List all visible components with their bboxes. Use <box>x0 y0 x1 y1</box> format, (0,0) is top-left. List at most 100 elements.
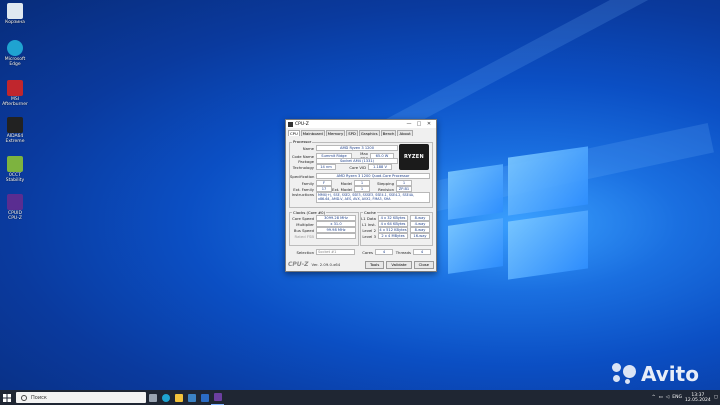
system-tray: ^ ▭ ◁ ENG 13:37 12.05.2024 ▢ <box>652 390 718 405</box>
instructions-line-2: x86-64, AMD-V, AES, AVX, AVX2, FMA3, SHA <box>318 197 391 202</box>
busspeed-label: Bus Speed <box>293 227 314 233</box>
cpuz-app-icon <box>288 121 293 127</box>
threads-label: Threads <box>395 249 411 255</box>
specification-label: Specification <box>290 173 315 179</box>
instructions-label: Instructions <box>291 192 314 197</box>
cpuz-footer: CPU-Z Ver. 2.09.0.x64 Tools Validate Clo… <box>288 260 434 269</box>
multiplier-label: Multiplier <box>296 221 314 227</box>
taskbar-cpuz[interactable] <box>211 390 224 405</box>
cache-size: 2 x 4 MBytes <box>378 233 408 239</box>
search-placeholder: Поиск <box>31 394 47 401</box>
notification-icon[interactable]: ▢ <box>714 395 718 400</box>
cache-label: Level 2 <box>362 227 376 233</box>
cache-way: 16-way <box>410 233 430 239</box>
desktop-icon-aida64[interactable]: AIDA64 Extreme <box>2 117 28 144</box>
store-icon <box>187 393 196 402</box>
tab-memory[interactable]: Memory <box>325 130 346 136</box>
cpuz-icon <box>213 393 222 401</box>
ratedfsb-label: Rated FSB <box>294 233 314 239</box>
extfamily-label: Ext. Family <box>293 186 314 192</box>
avito-watermark: Avito <box>612 362 699 386</box>
cores-value: 4 <box>375 249 393 255</box>
search-icon <box>21 394 27 401</box>
desktop-icon-msi-afterburner[interactable]: MSI Afterburner <box>2 80 28 107</box>
ryzen-logo-text: RYZEN <box>404 154 424 160</box>
titlebar[interactable]: CPU-Z — □ ✕ <box>286 120 436 128</box>
close-button[interactable]: Close <box>413 260 434 269</box>
ryzen-logo: RYZEN <box>399 144 429 170</box>
language-indicator[interactable]: ENG <box>672 395 682 400</box>
cpuz-icon <box>7 194 23 210</box>
desktop-icon-label: Корзина <box>5 20 25 25</box>
version-label: Ver. 2.09.0.x64 <box>311 262 341 267</box>
maximize-button[interactable]: □ <box>414 120 424 128</box>
desktop-icon-recycle-bin[interactable]: Корзина <box>2 3 28 25</box>
edge-icon <box>161 393 170 402</box>
minimize-button[interactable]: — <box>404 120 414 128</box>
selection-dropdown[interactable]: Socket #1 <box>316 249 355 255</box>
ratedfsb-value <box>316 233 356 239</box>
taskbar: Поиск ^ ▭ ◁ ENG 13:37 12.05.2024 ▢ <box>0 390 720 405</box>
package-label: Package <box>298 158 314 164</box>
occt-icon <box>7 156 23 172</box>
stepping-label: Stepping <box>377 180 394 186</box>
network-icon[interactable]: ▭ <box>659 395 663 400</box>
windows-logo-wallpaper <box>448 146 608 280</box>
corevid-label: Core VID <box>349 164 366 170</box>
clock[interactable]: 13:37 12.05.2024 <box>685 393 711 403</box>
specification-value: AMD Ryzen 3 1200 Quad-Core Processor <box>316 173 430 179</box>
selection-label: Selection <box>296 249 315 255</box>
cache-label: L1 Data <box>361 215 376 221</box>
tab-bench[interactable]: Bench <box>380 130 397 136</box>
close-window-button[interactable]: ✕ <box>424 120 434 128</box>
tools-button[interactable]: Tools <box>364 260 385 269</box>
recycle-bin-icon <box>7 3 23 19</box>
tab-mainboard[interactable]: Mainboard <box>300 130 325 136</box>
taskbar-task-view[interactable] <box>146 390 159 405</box>
taskbar-store[interactable] <box>185 390 198 405</box>
desktop-icon-occt[interactable]: 0CCT Stability <box>2 156 28 183</box>
taskbar-file-explorer[interactable] <box>172 390 185 405</box>
folder-icon <box>174 393 183 402</box>
volume-icon[interactable]: ◁ <box>666 395 669 400</box>
search-input[interactable]: Поиск <box>16 392 146 403</box>
model-label: Model <box>340 180 352 186</box>
cache-label: L1 Inst. <box>362 221 376 227</box>
tab-bar: CPU Mainboard Memory SPD Graphics Bench … <box>286 128 436 136</box>
cpuz-window: CPU-Z — □ ✕ CPU Mainboard Memory SPD Gra… <box>285 119 437 272</box>
family-label: Family <box>301 180 314 186</box>
tab-spd[interactable]: SPD <box>346 130 358 136</box>
edge-icon <box>7 40 23 56</box>
avito-text: Avito <box>641 362 699 386</box>
aida64-icon <box>7 117 23 133</box>
tab-cpu[interactable]: CPU <box>288 130 300 136</box>
mail-icon <box>200 393 209 402</box>
tab-graphics[interactable]: Graphics <box>358 130 380 136</box>
taskbar-mail[interactable] <box>198 390 211 405</box>
corespeed-label: Core Speed <box>292 215 314 221</box>
extmodel-label: Ext. Model <box>332 186 352 192</box>
windows-start-icon <box>3 393 11 402</box>
desktop-icon-label: Microsoft Edge <box>4 57 26 67</box>
clock-date: 12.05.2024 <box>684 397 711 403</box>
taskbar-edge[interactable] <box>159 390 172 405</box>
tab-about[interactable]: About <box>397 130 413 136</box>
cores-label: Cores <box>362 249 373 255</box>
technology-value: 14 nm <box>316 164 336 170</box>
desktop-icon-label: MSI Afterburner <box>2 97 28 107</box>
avito-logo-icon <box>612 363 638 385</box>
desktop-icon-cpuz[interactable]: CPUID CPU-Z <box>2 194 28 221</box>
validate-button[interactable]: Validate <box>386 260 412 269</box>
desktop-icon-edge[interactable]: Microsoft Edge <box>2 40 28 67</box>
afterburner-icon <box>7 80 23 96</box>
revision-label: Revision <box>378 186 394 192</box>
corevid-value: 1.188 V <box>368 164 392 170</box>
name-label: Name <box>302 145 314 151</box>
task-view-icon <box>148 393 157 402</box>
chevron-up-icon[interactable]: ^ <box>652 395 656 400</box>
desktop-icon-label: CPUID CPU-Z <box>8 211 22 221</box>
start-button[interactable] <box>0 390 14 405</box>
processor-group-title: Processor <box>292 139 313 144</box>
cpuz-brand: CPU-Z <box>288 261 309 268</box>
desktop-icon-label: AIDA64 Extreme <box>5 134 25 144</box>
